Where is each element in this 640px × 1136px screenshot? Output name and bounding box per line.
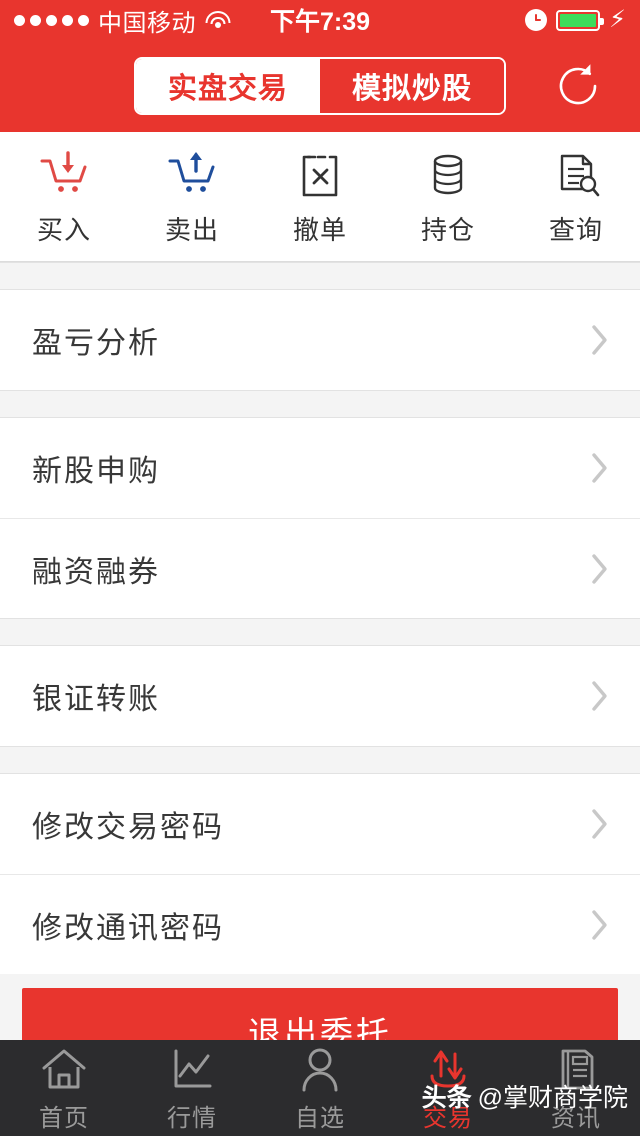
menu-item-change-trade-password[interactable]: 修改交易密码 [0,774,640,874]
home-icon [40,1044,88,1094]
status-bar: 中国移动 下午7:39 ⚡ [0,0,640,40]
tab-real-trading[interactable]: 实盘交易 [136,59,320,113]
menu-item-change-comm-password[interactable]: 修改通讯密码 [0,874,640,974]
transfer-arrows-icon [424,1044,472,1094]
quick-action-query[interactable]: 查询 [512,147,640,247]
quick-action-bar: 买入 卖出 撤单 持仓 查询 [0,132,640,262]
person-icon [296,1044,344,1094]
chevron-right-icon [590,552,610,586]
tab-home[interactable]: 首页 [0,1044,128,1133]
wifi-icon [205,10,231,30]
news-icon [552,1044,600,1094]
refresh-icon[interactable] [552,60,604,112]
cart-upload-icon [166,147,218,199]
menu-item-new-share-subscription[interactable]: 新股申购 [0,418,640,518]
chevron-right-icon [590,908,610,942]
menu-item-label: 银证转账 [32,683,160,716]
menu-section-transfer: 银证转账 [0,646,640,746]
quick-action-positions[interactable]: 持仓 [384,147,512,247]
battery-full-icon [556,9,605,31]
database-stack-icon [422,147,474,199]
menu-item-profit-loss-analysis[interactable]: 盈亏分析 [0,290,640,390]
status-bar-right: ⚡ [525,8,626,32]
document-search-icon [550,147,602,199]
menu-section-products: 新股申购 融资融券 [0,418,640,618]
quick-action-label: 撤单 [292,214,347,245]
app-header: 实盘交易 模拟炒股 [0,40,640,132]
menu-item-label: 融资融券 [32,555,160,589]
chevron-right-icon [590,323,610,357]
menu-item-label: 修改通讯密码 [32,911,224,945]
menu-item-margin-trading[interactable]: 融资融券 [0,518,640,618]
quick-action-label: 卖出 [164,214,219,245]
tab-trade[interactable]: 交易 [384,1044,512,1133]
section-divider [0,746,640,774]
carrier-name: 中国移动 [98,9,196,37]
tab-label: 自选 [295,1104,345,1132]
clipboard-cancel-icon [294,147,346,199]
quick-action-label: 买入 [36,214,91,245]
chevron-right-icon [590,679,610,713]
section-divider [0,262,640,290]
menu-item-label: 盈亏分析 [32,327,160,360]
quick-action-label: 查询 [548,214,603,245]
lightning-bolt-icon: ⚡ [609,6,626,33]
tab-news[interactable]: 资讯 [512,1044,640,1133]
tab-watchlist[interactable]: 自选 [256,1044,384,1133]
quick-action-buy[interactable]: 买入 [0,147,128,247]
menu-item-label: 新股申购 [32,455,160,488]
bottom-tab-bar: 首页 行情 自选 交易 资讯 [0,1040,640,1136]
chevron-right-icon [590,807,610,841]
quick-action-label: 持仓 [420,214,475,245]
cart-download-icon [38,147,90,199]
chart-line-icon [168,1044,216,1094]
section-divider [0,390,640,418]
tab-simulated-trading[interactable]: 模拟炒股 [320,59,504,113]
quick-action-sell[interactable]: 卖出 [128,147,256,247]
tab-label: 行情 [167,1104,217,1132]
tab-label: 首页 [39,1104,89,1132]
menu-item-bank-transfer[interactable]: 银证转账 [0,646,640,746]
quick-action-cancel-order[interactable]: 撤单 [256,147,384,247]
status-bar-left: 中国移动 [14,3,231,38]
menu-section-analysis: 盈亏分析 [0,290,640,390]
trade-mode-segmented-control: 实盘交易 模拟炒股 [134,57,506,115]
section-divider [0,618,640,646]
alarm-clock-icon [525,9,548,31]
tab-market[interactable]: 行情 [128,1044,256,1133]
app-root: 中国移动 下午7:39 ⚡ 实盘交易 模拟炒股 买入 卖出 撤单 持仓 查询 盈… [0,0,640,1136]
menu-section-passwords: 修改交易密码 修改通讯密码 [0,774,640,974]
tab-label: 资讯 [551,1104,601,1132]
tab-label: 交易 [423,1104,473,1132]
chevron-right-icon [590,451,610,485]
menu-item-label: 修改交易密码 [32,811,224,844]
signal-strength-dots [14,14,89,26]
